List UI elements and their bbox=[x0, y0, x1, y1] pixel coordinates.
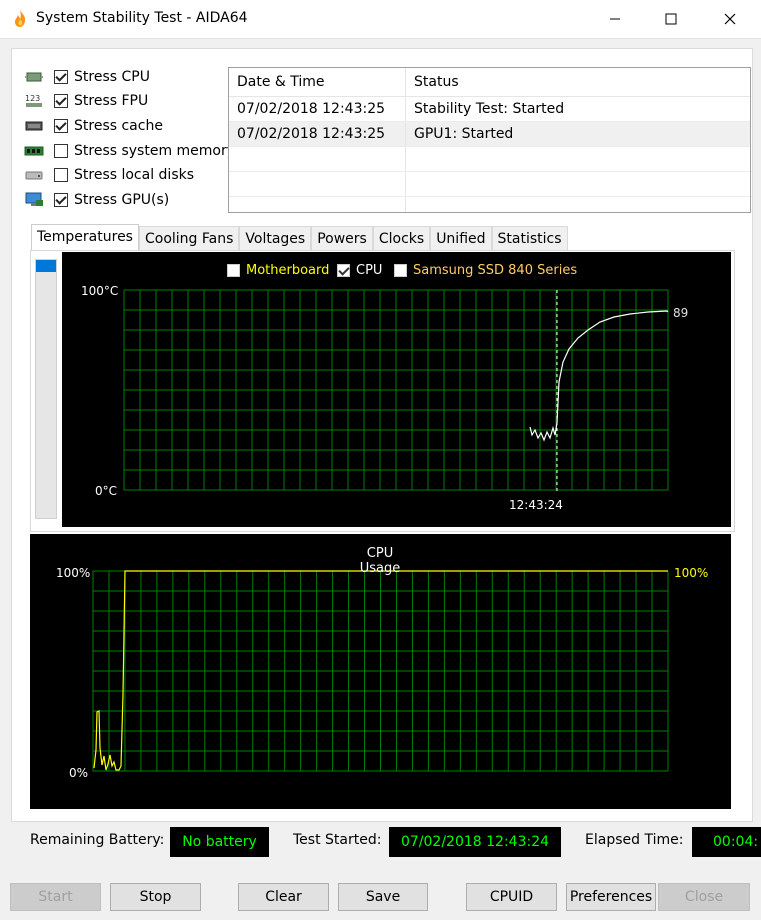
title-divider bbox=[0, 38, 761, 39]
scrollbar-thumb[interactable] bbox=[36, 260, 56, 272]
title-bar: System Stability Test - AIDA64 bbox=[0, 0, 761, 38]
legend-ssd[interactable]: Samsung SSD 840 Series bbox=[394, 263, 577, 278]
stress-cache-checkbox[interactable] bbox=[54, 119, 68, 133]
fpu-123-icon: 123 bbox=[24, 93, 44, 109]
table-row-empty bbox=[229, 147, 750, 172]
usage-graph-title: CPU Usage bbox=[359, 546, 401, 576]
stop-button[interactable]: Stop bbox=[110, 883, 201, 911]
battery-label: Remaining Battery: bbox=[30, 832, 165, 848]
stress-cpu-checkbox[interactable] bbox=[54, 70, 68, 84]
stress-memory-option[interactable]: Stress system memory bbox=[24, 140, 235, 162]
preferences-button[interactable]: Preferences bbox=[566, 883, 656, 911]
tab-statistics[interactable]: Statistics bbox=[491, 226, 568, 251]
temperature-graph-canvas bbox=[123, 289, 669, 492]
tab-cooling-fans[interactable]: Cooling Fans bbox=[138, 226, 240, 251]
stress-fpu-option[interactable]: 123 Stress FPU bbox=[24, 90, 148, 112]
usage-grid bbox=[92, 570, 669, 772]
legend-cpu-label: CPU bbox=[356, 263, 383, 278]
stress-memory-label: Stress system memory bbox=[74, 143, 236, 159]
log-header-datetime[interactable]: Date & Time bbox=[229, 68, 406, 96]
tab-temperatures[interactable]: Temperatures bbox=[31, 224, 139, 251]
log-cell-status: GPU1: Started bbox=[414, 126, 514, 142]
temperature-graph: Motherboard CPU Samsung SSD 840 Series 1… bbox=[62, 252, 731, 527]
stress-fpu-checkbox[interactable] bbox=[54, 94, 68, 108]
memory-module-icon bbox=[24, 143, 44, 159]
legend-motherboard-label: Motherboard bbox=[246, 263, 330, 278]
close-icon bbox=[724, 13, 736, 25]
maximize-icon bbox=[665, 13, 677, 25]
stress-cpu-label: Stress CPU bbox=[74, 69, 150, 85]
maximize-button[interactable] bbox=[645, 0, 697, 38]
close-button[interactable]: Close bbox=[658, 883, 750, 911]
log-cell-status: Stability Test: Started bbox=[414, 101, 565, 117]
stress-disks-label: Stress local disks bbox=[74, 167, 195, 183]
temp-current-value: 89 bbox=[673, 306, 689, 320]
stress-memory-checkbox[interactable] bbox=[54, 144, 68, 158]
stress-disks-checkbox[interactable] bbox=[54, 168, 68, 182]
legend-cpu[interactable]: CPU bbox=[337, 263, 382, 278]
tab-voltages[interactable]: Voltages bbox=[239, 226, 312, 251]
temp-y-max-label: 100°C bbox=[81, 284, 119, 298]
cpu-usage-graph: CPU Usage 100% 0% 100% bbox=[30, 534, 731, 809]
table-row-empty bbox=[229, 172, 750, 197]
tab-clocks[interactable]: Clocks bbox=[372, 226, 431, 251]
svg-text:123: 123 bbox=[25, 94, 40, 103]
close-window-button[interactable] bbox=[704, 0, 756, 38]
battery-value: No battery bbox=[170, 827, 269, 857]
cpuid-button[interactable]: CPUID bbox=[466, 883, 557, 911]
aida64-flame-icon bbox=[15, 10, 26, 27]
graph-scrollbar[interactable] bbox=[35, 259, 57, 519]
legend-ssd-checkbox[interactable] bbox=[394, 264, 407, 277]
stress-gpu-label: Stress GPU(s) bbox=[74, 192, 170, 208]
elapsed-time-value: 00:04: bbox=[692, 827, 761, 857]
stress-cache-label: Stress cache bbox=[74, 118, 163, 134]
start-button[interactable]: Start bbox=[10, 883, 101, 911]
stress-gpu-checkbox[interactable] bbox=[54, 193, 68, 207]
window-title: System Stability Test - AIDA64 bbox=[36, 10, 248, 26]
cache-chip-icon bbox=[24, 118, 44, 134]
log-cell-time: 07/02/2018 12:43:25 bbox=[229, 122, 406, 146]
minimize-button[interactable] bbox=[589, 0, 641, 38]
disk-drive-icon bbox=[24, 167, 44, 183]
log-header-status[interactable]: Status bbox=[406, 68, 750, 96]
table-row[interactable]: 07/02/2018 12:43:25 Stability Test: Star… bbox=[229, 97, 750, 122]
usage-current-value: 100% bbox=[674, 566, 709, 580]
legend-motherboard[interactable]: Motherboard bbox=[227, 263, 329, 278]
usage-y-min-label: 0% bbox=[69, 766, 89, 780]
tab-unified[interactable]: Unified bbox=[430, 226, 492, 251]
temp-time-label: 12:43:24 bbox=[509, 498, 563, 512]
sensor-tabs: Temperatures Cooling Fans Voltages Power… bbox=[31, 224, 568, 251]
test-started-value: 07/02/2018 12:43:24 bbox=[389, 827, 561, 857]
usage-y-max-label: 100% bbox=[56, 566, 91, 580]
minimize-icon bbox=[610, 18, 620, 20]
legend-motherboard-checkbox[interactable] bbox=[227, 264, 240, 277]
clear-button[interactable]: Clear bbox=[238, 883, 329, 911]
legend-ssd-label: Samsung SSD 840 Series bbox=[413, 263, 578, 278]
stress-cpu-option[interactable]: Stress CPU bbox=[24, 66, 150, 88]
log-header-row: Date & Time Status bbox=[229, 68, 750, 97]
save-button[interactable]: Save bbox=[338, 883, 428, 911]
stress-gpu-option[interactable]: Stress GPU(s) bbox=[24, 189, 169, 211]
elapsed-time-label: Elapsed Time: bbox=[585, 832, 684, 848]
tab-powers[interactable]: Powers bbox=[311, 226, 373, 251]
temp-y-min-label: 0°C bbox=[95, 484, 118, 498]
temperature-grid bbox=[123, 289, 669, 491]
test-started-label: Test Started: bbox=[293, 832, 382, 848]
stress-cache-option[interactable]: Stress cache bbox=[24, 115, 163, 137]
stress-fpu-label: Stress FPU bbox=[74, 93, 149, 109]
log-cell-time: 07/02/2018 12:43:25 bbox=[229, 97, 406, 121]
table-row[interactable]: 07/02/2018 12:43:25 GPU1: Started bbox=[229, 122, 750, 147]
gpu-monitor-icon bbox=[24, 192, 44, 208]
cpu-chip-icon bbox=[24, 69, 44, 85]
stress-disks-option[interactable]: Stress local disks bbox=[24, 164, 194, 186]
legend-cpu-checkbox[interactable] bbox=[337, 264, 350, 277]
table-row-empty bbox=[229, 197, 750, 212]
event-log-table[interactable]: Date & Time Status 07/02/2018 12:43:25 S… bbox=[228, 67, 751, 213]
